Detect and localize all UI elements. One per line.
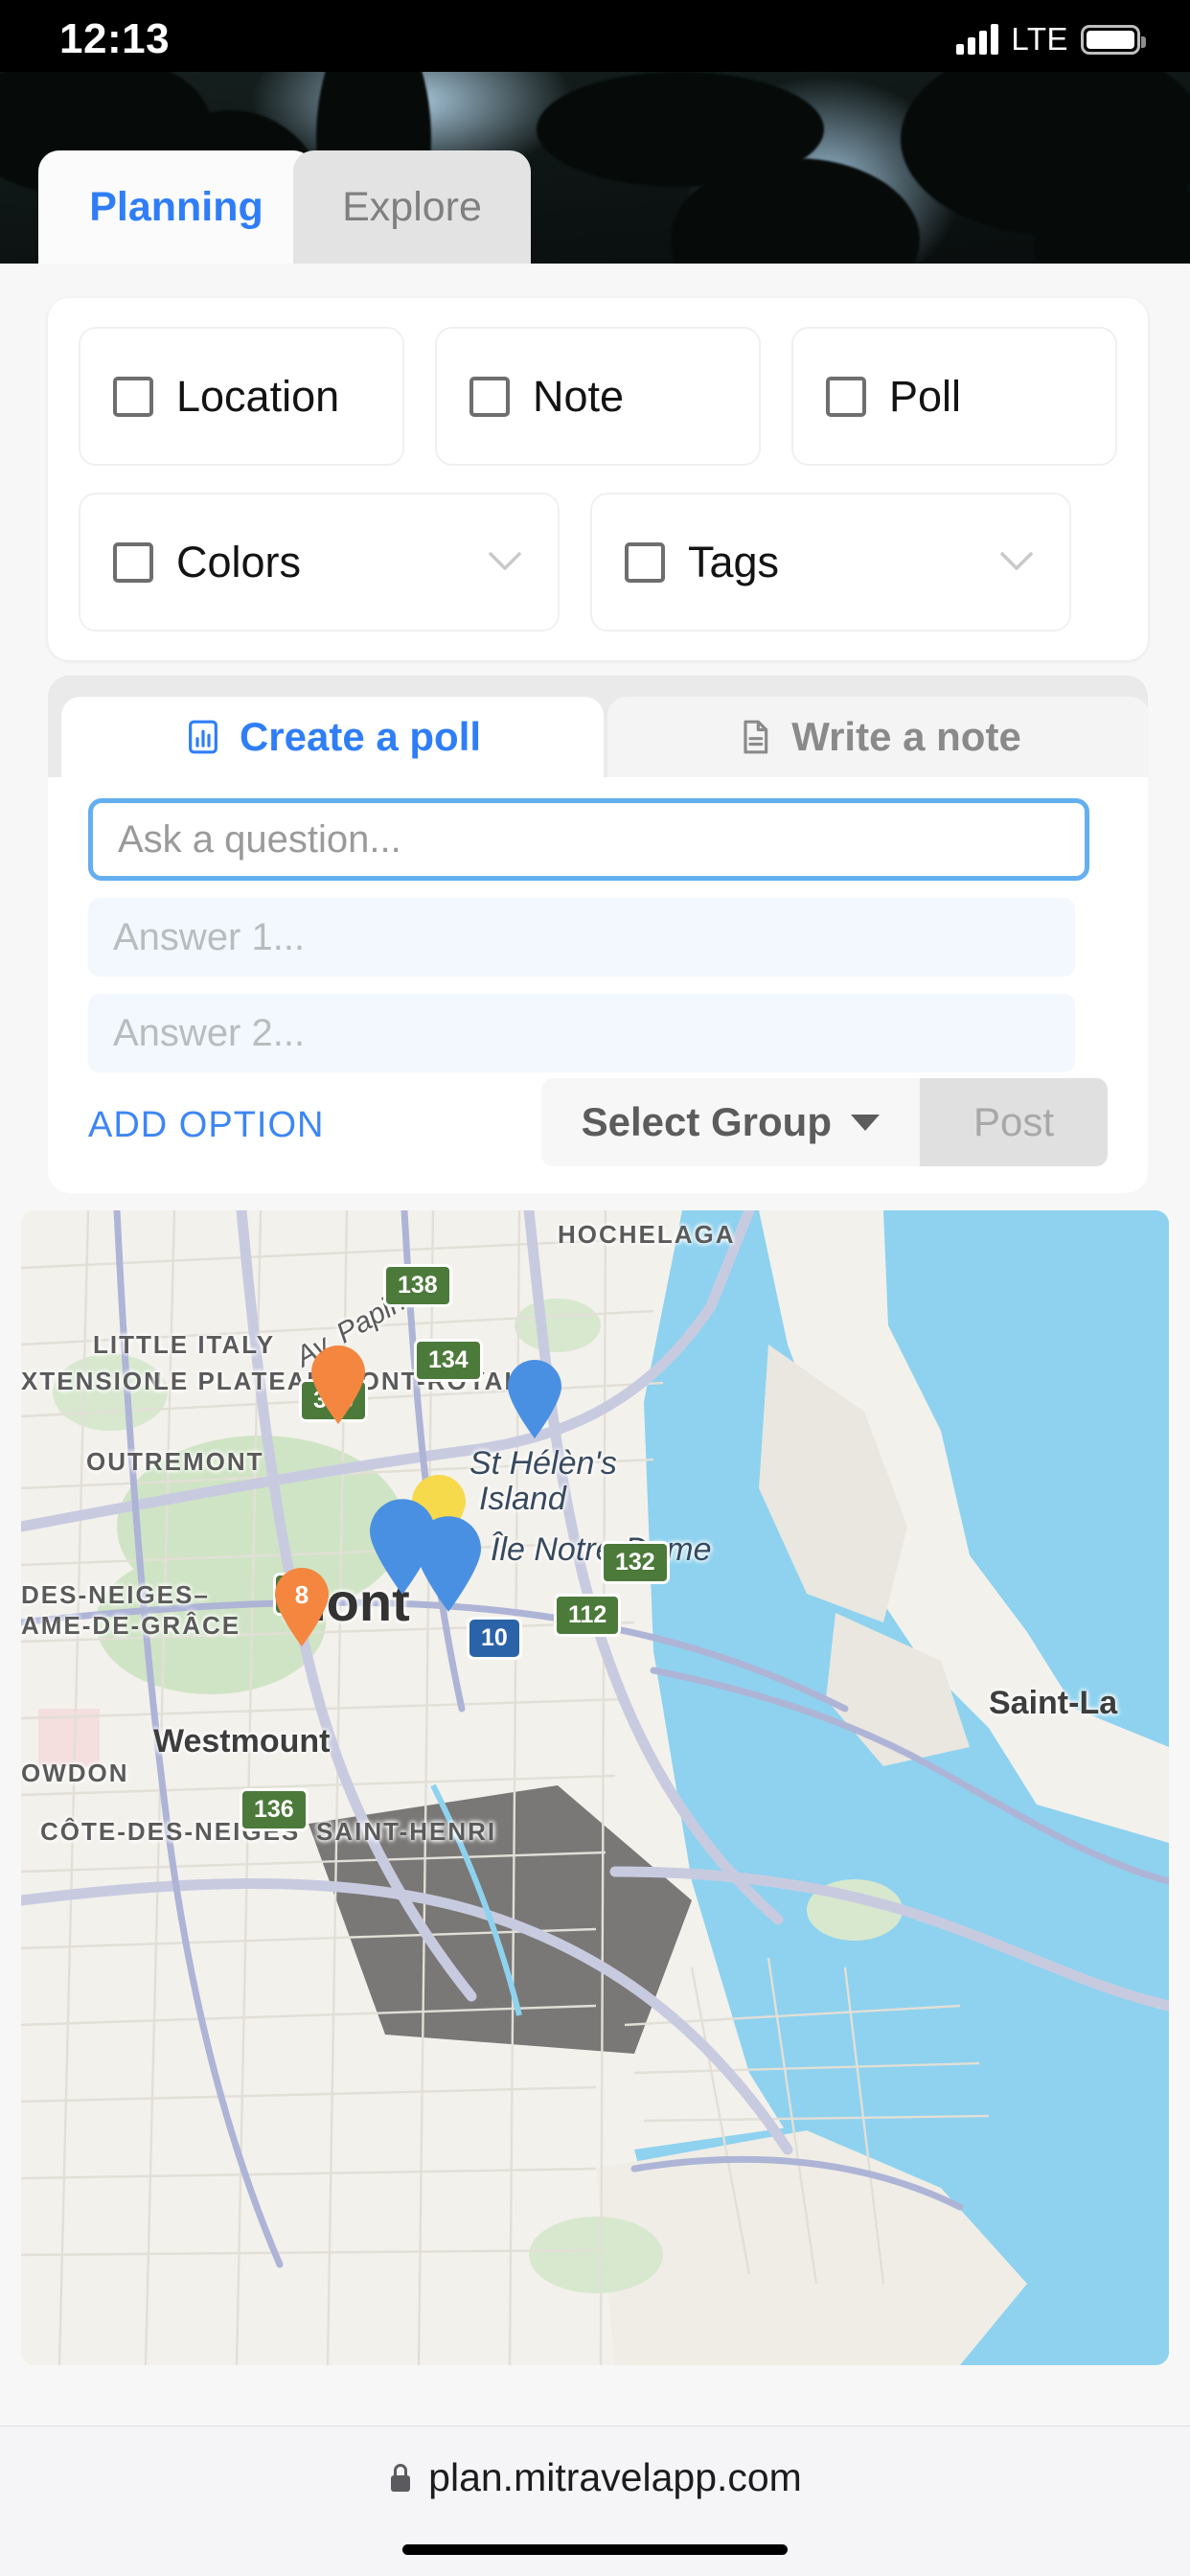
status-bar-indicators: LTE xyxy=(956,21,1146,58)
route-shield: 8 xyxy=(273,1573,315,1616)
filters-card: Location Note Poll Colors Tags xyxy=(48,298,1148,660)
carrier-label: LTE xyxy=(1011,21,1068,57)
select-group-dropdown[interactable]: Select Group xyxy=(540,1078,920,1166)
poll-answer-2-input[interactable]: Answer 2... xyxy=(88,994,1075,1072)
composer-card: Create a poll Write a note Ask a questio… xyxy=(48,676,1148,1193)
checkbox-icon[interactable] xyxy=(826,376,866,417)
filter-location-label: Location xyxy=(176,371,340,421)
chevron-down-icon[interactable] xyxy=(1000,551,1033,571)
bar-chart-icon xyxy=(189,720,217,754)
route-shield: 138 xyxy=(383,1264,452,1307)
filter-row-primary: Location Note Poll xyxy=(79,327,1117,466)
poll-answer-1-input[interactable]: Answer 1... xyxy=(88,898,1075,977)
filter-tags[interactable]: Tags xyxy=(590,493,1071,632)
route-shield: 112 xyxy=(554,1594,622,1637)
route-shield: 10 xyxy=(467,1617,522,1660)
route-shield: 132 xyxy=(601,1541,670,1584)
filter-tags-label: Tags xyxy=(688,537,780,586)
checkbox-icon[interactable] xyxy=(113,376,153,417)
filter-colors-label: Colors xyxy=(176,537,302,586)
filter-colors[interactable]: Colors xyxy=(79,493,560,632)
poll-answer-1-placeholder: Answer 1... xyxy=(113,915,306,958)
tab-write-a-note[interactable]: Write a note xyxy=(607,697,1148,777)
caret-down-icon xyxy=(851,1114,880,1131)
poll-question-placeholder: Ask a question... xyxy=(118,817,401,861)
filter-row-secondary: Colors Tags xyxy=(79,493,1117,632)
lock-icon xyxy=(391,2464,411,2492)
composer-action-row: Select Group Post xyxy=(540,1078,1108,1166)
browser-bottom-bar: plan.mitravelapp.com xyxy=(0,2426,1190,2576)
address-bar[interactable]: plan.mitravelapp.com xyxy=(0,2455,1190,2500)
document-icon xyxy=(744,720,768,754)
top-tab-bar: Planning Explore xyxy=(0,72,1190,264)
chevron-down-icon[interactable] xyxy=(489,551,521,571)
filter-location[interactable]: Location xyxy=(79,327,404,466)
post-button[interactable]: Post xyxy=(920,1078,1108,1166)
signal-bars-icon xyxy=(956,24,999,55)
filter-poll-label: Poll xyxy=(889,371,962,421)
tab-create-a-poll[interactable]: Create a poll xyxy=(61,697,604,777)
checkbox-icon[interactable] xyxy=(469,376,510,417)
map-view[interactable]: HOCHELAGA LITTLE ITALY XTENSION LE PLATE… xyxy=(21,1210,1169,2365)
url-text: plan.mitravelapp.com xyxy=(428,2455,802,2499)
filter-poll[interactable]: Poll xyxy=(791,327,1117,466)
status-bar: 12:13 LTE xyxy=(0,0,1190,72)
status-bar-time: 12:13 xyxy=(59,15,171,62)
filter-note[interactable]: Note xyxy=(435,327,761,466)
poll-answer-2-placeholder: Answer 2... xyxy=(113,1011,306,1054)
phone-screen: 12:13 LTE Planning Explore Location Note… xyxy=(0,0,1190,2576)
post-button-label: Post xyxy=(973,1099,1055,1144)
route-shield: 134 xyxy=(414,1339,483,1382)
page-content: Location Note Poll Colors Tags Create a … xyxy=(0,264,1190,2426)
composer-tab-bar: Create a poll Write a note xyxy=(48,697,1148,777)
tab-write-a-note-label: Write a note xyxy=(791,714,1021,759)
checkbox-icon[interactable] xyxy=(625,541,665,583)
tab-create-a-poll-label: Create a poll xyxy=(239,714,482,759)
route-shield: 335 xyxy=(299,1379,368,1422)
filter-note-label: Note xyxy=(533,371,625,421)
tab-planning-label: Planning xyxy=(89,183,263,230)
tab-explore[interactable]: Explore xyxy=(293,150,531,264)
checkbox-icon[interactable] xyxy=(113,541,153,583)
tab-planning[interactable]: Planning xyxy=(38,150,314,264)
composer-body: Ask a question... Answer 1... Answer 2..… xyxy=(48,777,1148,1193)
hero-banner: Planning Explore xyxy=(0,72,1190,264)
home-indicator xyxy=(402,2544,788,2555)
select-group-label: Select Group xyxy=(581,1099,832,1144)
route-shield: 136 xyxy=(240,1788,309,1831)
battery-full-icon xyxy=(1081,24,1146,55)
poll-question-input[interactable]: Ask a question... xyxy=(88,798,1089,881)
tab-explore-label: Explore xyxy=(342,183,482,230)
map-canvas xyxy=(21,1210,1169,2365)
